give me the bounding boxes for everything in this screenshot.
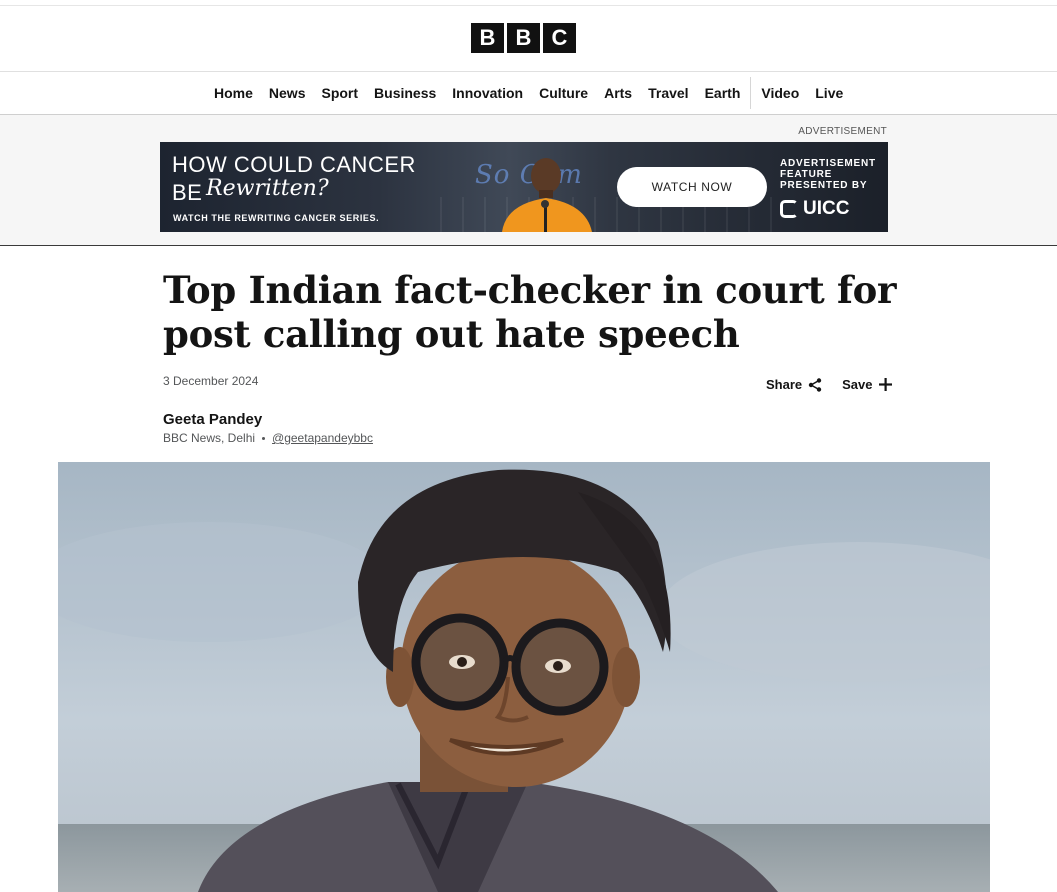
nav-item-culture[interactable]: Culture bbox=[531, 72, 596, 114]
nav-item-business[interactable]: Business bbox=[366, 72, 444, 114]
ad-feature-label: ADVERTISEMENT FEATURE PRESENTED BY bbox=[780, 158, 876, 191]
share-button[interactable]: Share bbox=[766, 377, 822, 392]
nav-item-news[interactable]: News bbox=[261, 72, 314, 114]
byline-separator bbox=[262, 436, 266, 440]
uicc-logo-icon bbox=[780, 200, 798, 218]
main-nav: Home News Sport Business Innovation Cult… bbox=[0, 72, 1057, 115]
ad-banner[interactable]: So Com HOW COULD CANCER BE Rewritten? WA… bbox=[160, 142, 888, 232]
plus-icon bbox=[878, 378, 892, 391]
ad-feature-line: PRESENTED BY bbox=[780, 180, 868, 191]
ad-subline: WATCH THE REWRITING CANCER SERIES. bbox=[173, 213, 380, 223]
nav-item-innovation[interactable]: Innovation bbox=[444, 72, 531, 114]
nav-item-travel[interactable]: Travel bbox=[640, 72, 696, 114]
nav-item-earth[interactable]: Earth bbox=[697, 72, 749, 114]
byline: BBC News, Delhi @geetapandeybbc bbox=[163, 431, 373, 445]
nav-item-video[interactable]: Video bbox=[753, 72, 807, 114]
save-label: Save bbox=[842, 377, 873, 392]
nav-item-live[interactable]: Live bbox=[807, 72, 851, 114]
article-headline: Top Indian fact-checker in court for pos… bbox=[163, 268, 897, 356]
nav-item-sport[interactable]: Sport bbox=[313, 72, 366, 114]
uicc-logo-text: UICC bbox=[803, 198, 850, 219]
nav-list: Home News Sport Business Innovation Cult… bbox=[206, 72, 851, 114]
share-icon bbox=[808, 377, 822, 392]
logo-letter: B bbox=[471, 23, 504, 53]
ad-feature-line: ADVERTISEMENT bbox=[780, 158, 876, 169]
ad-headline-line2: BE bbox=[172, 180, 203, 205]
ad-headline-line1: HOW COULD CANCER bbox=[172, 152, 416, 177]
ad-section: ADVERTISEMENT So Com HOW COULD CANCER BE… bbox=[0, 115, 1057, 246]
logo-letter: B bbox=[507, 23, 540, 53]
watch-now-button[interactable]: WATCH NOW bbox=[617, 167, 767, 207]
ad-feature-line: FEATURE bbox=[780, 169, 833, 180]
article-actions: Share Save bbox=[766, 377, 892, 392]
uicc-logo: UICC bbox=[780, 198, 849, 220]
byline-outlet: BBC News, Delhi bbox=[163, 431, 256, 445]
hero-portrait bbox=[58, 462, 990, 892]
nav-divider bbox=[750, 77, 752, 109]
ad-headline-script: Rewritten? bbox=[206, 176, 329, 201]
ad-label: ADVERTISEMENT bbox=[798, 126, 887, 137]
article-date: 3 December 2024 bbox=[163, 374, 259, 388]
logo-letter: C bbox=[543, 23, 576, 53]
share-label: Share bbox=[766, 377, 803, 392]
masthead: B B C bbox=[0, 6, 1057, 72]
bbc-logo[interactable]: B B C bbox=[471, 23, 576, 53]
save-button[interactable]: Save bbox=[842, 377, 892, 392]
ad-speaker-image bbox=[502, 158, 592, 232]
hero-image bbox=[58, 462, 990, 892]
author-name: Geeta Pandey bbox=[163, 411, 263, 428]
author-social-link[interactable]: @geetapandeybbc bbox=[272, 431, 373, 445]
nav-item-arts[interactable]: Arts bbox=[596, 72, 640, 114]
nav-item-home[interactable]: Home bbox=[206, 72, 261, 114]
